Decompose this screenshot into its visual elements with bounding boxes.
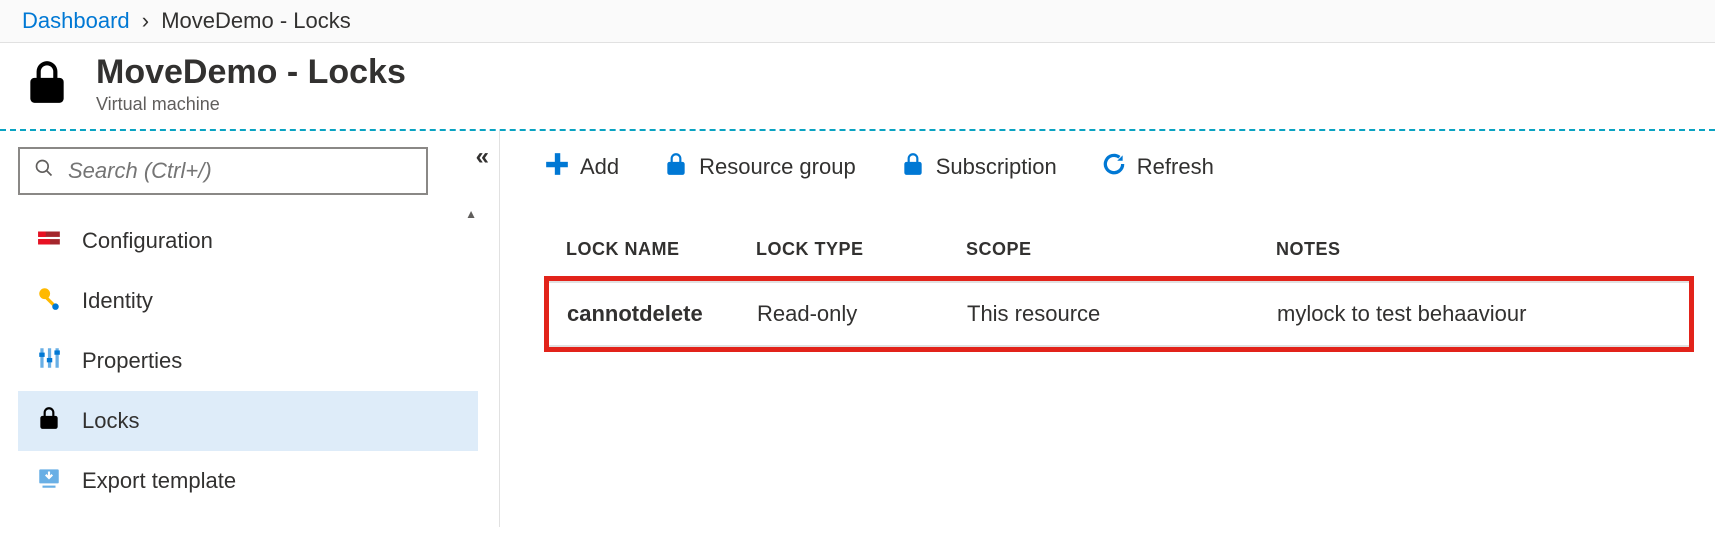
refresh-icon <box>1101 151 1127 183</box>
refresh-button[interactable]: Refresh <box>1101 151 1214 183</box>
main-content: Add Resource group Subscription Refresh <box>500 131 1715 527</box>
breadcrumb-current: MoveDemo - Locks <box>161 8 351 33</box>
refresh-label: Refresh <box>1137 154 1214 180</box>
sidebar-item-label: Configuration <box>82 228 213 254</box>
sidebar-item-properties[interactable]: Properties <box>18 331 478 391</box>
locks-table: LOCK NAME LOCK TYPE SCOPE NOTES cannotde… <box>544 239 1715 352</box>
toolbar: Add Resource group Subscription Refresh <box>544 151 1715 183</box>
table-row[interactable]: cannotdelete Read-only This resource myl… <box>549 281 1689 347</box>
chevron-double-left-icon: « <box>476 143 489 170</box>
sidebar-item-label: Locks <box>82 408 139 434</box>
highlighted-row: cannotdelete Read-only This resource myl… <box>544 276 1694 352</box>
add-button-label: Add <box>580 154 619 180</box>
collapse-sidebar-button[interactable]: « <box>476 143 489 171</box>
cell-scope: This resource <box>967 301 1277 327</box>
sidebar-item-configuration[interactable]: Configuration <box>18 211 478 271</box>
sidebar-item-export-template[interactable]: Export template <box>18 451 478 511</box>
sidebar-item-label: Identity <box>82 288 153 314</box>
sidebar-item-identity[interactable]: Identity <box>18 271 478 331</box>
col-header-notes[interactable]: NOTES <box>1276 239 1693 260</box>
col-header-scope[interactable]: SCOPE <box>966 239 1276 260</box>
plus-icon <box>544 151 570 183</box>
search-input-wrapper[interactable] <box>18 147 428 195</box>
export-icon <box>36 465 62 497</box>
sidebar: « ▲ Configuration Identity <box>0 131 500 527</box>
breadcrumb-root[interactable]: Dashboard <box>22 8 130 33</box>
cell-lock-type: Read-only <box>757 301 967 327</box>
sidebar-item-label: Properties <box>82 348 182 374</box>
lock-icon <box>900 151 926 183</box>
sliders-icon <box>36 345 62 377</box>
resource-group-label: Resource group <box>699 154 856 180</box>
subscription-label: Subscription <box>936 154 1057 180</box>
col-header-lock-type[interactable]: LOCK TYPE <box>756 239 966 260</box>
page-subtitle: Virtual machine <box>96 94 406 115</box>
sidebar-item-label: Export template <box>82 468 236 494</box>
breadcrumb: Dashboard › MoveDemo - Locks <box>0 0 1715 43</box>
col-header-lock-name[interactable]: LOCK NAME <box>566 239 756 260</box>
configuration-icon <box>36 225 62 257</box>
table-header: LOCK NAME LOCK TYPE SCOPE NOTES <box>544 239 1715 260</box>
lock-icon <box>22 57 72 112</box>
cell-notes: mylock to test behaaviour <box>1277 301 1671 327</box>
resource-group-button[interactable]: Resource group <box>663 151 856 183</box>
search-input[interactable] <box>68 158 412 184</box>
lock-icon <box>663 151 689 183</box>
scroll-up-icon[interactable]: ▲ <box>465 207 477 221</box>
lock-icon <box>36 405 62 437</box>
key-icon <box>36 285 62 317</box>
cell-lock-name: cannotdelete <box>567 301 757 327</box>
chevron-right-icon: › <box>136 8 155 33</box>
search-icon <box>34 158 68 184</box>
sidebar-item-locks[interactable]: Locks <box>18 391 478 451</box>
subscription-button[interactable]: Subscription <box>900 151 1057 183</box>
page-title: MoveDemo - Locks <box>96 53 406 92</box>
add-button[interactable]: Add <box>544 151 619 183</box>
page-header: MoveDemo - Locks Virtual machine <box>0 43 1715 129</box>
